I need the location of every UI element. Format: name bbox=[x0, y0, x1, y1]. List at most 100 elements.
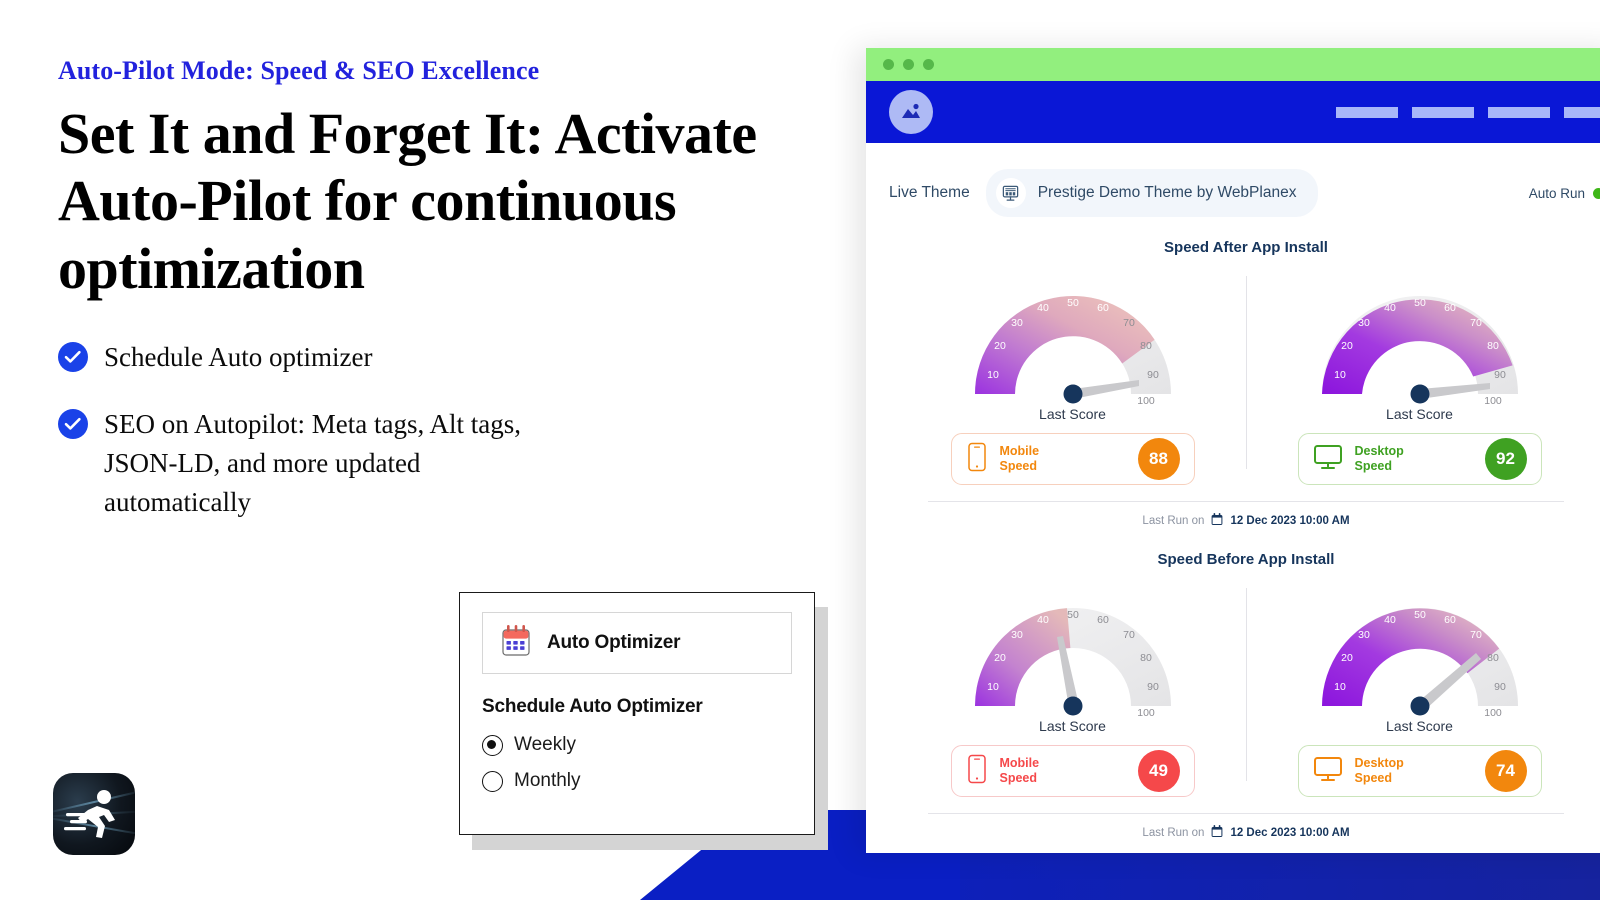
gauge-caption-desktop-before: Last Score bbox=[1386, 718, 1453, 734]
score-value-mobile-after: 88 bbox=[1137, 438, 1180, 480]
svg-text:90: 90 bbox=[1147, 681, 1159, 693]
gauge-caption-mobile-before: Last Score bbox=[1039, 718, 1106, 734]
radio-label-monthly: Monthly bbox=[514, 770, 581, 791]
theme-selector-pill[interactable]: Prestige Demo Theme by WebPlanex bbox=[985, 169, 1319, 217]
svg-text:70: 70 bbox=[1123, 317, 1135, 329]
optimizer-header[interactable]: Auto Optimizer bbox=[482, 612, 792, 674]
panel-title-before: Speed Before App Install bbox=[1157, 551, 1335, 568]
score-value-mobile-before: 49 bbox=[1137, 750, 1180, 792]
svg-text:10: 10 bbox=[1334, 681, 1346, 693]
svg-text:60: 60 bbox=[1444, 302, 1456, 314]
browser-window-mockup: Live Theme Prestige Demo Theme by WebPla… bbox=[866, 48, 1600, 853]
list-item: SEO on Autopilot: Meta tags, Alt tags, J… bbox=[58, 405, 838, 522]
svg-text:60: 60 bbox=[1097, 302, 1109, 314]
panel-title-after: Speed After App Install bbox=[1164, 239, 1328, 256]
site-navbar bbox=[866, 81, 1600, 143]
svg-text:90: 90 bbox=[1494, 681, 1506, 693]
speed-panel-before: Speed Before App Install 10 20 30 40 50 … bbox=[866, 551, 1600, 841]
svg-text:30: 30 bbox=[1358, 629, 1370, 641]
optimizer-header-title: Auto Optimizer bbox=[547, 632, 681, 653]
last-run-date: 12 Dec 2023 10:00 AM bbox=[1230, 827, 1350, 839]
hero-section: Auto-Pilot Mode: Speed & SEO Excellence … bbox=[58, 56, 838, 550]
radio-label-weekly: Weekly bbox=[514, 734, 576, 755]
svg-text:100: 100 bbox=[1484, 395, 1502, 407]
svg-text:40: 40 bbox=[1037, 614, 1049, 626]
svg-text:30: 30 bbox=[1358, 317, 1370, 329]
window-maximize-dot-icon[interactable] bbox=[923, 59, 934, 70]
panel-divider-before bbox=[928, 813, 1564, 814]
svg-text:100: 100 bbox=[1137, 395, 1155, 407]
svg-text:100: 100 bbox=[1137, 707, 1155, 719]
store-monitor-icon bbox=[995, 178, 1026, 208]
check-circle-icon bbox=[58, 341, 88, 372]
auto-run-status-dot bbox=[1593, 187, 1600, 199]
svg-text:90: 90 bbox=[1147, 369, 1159, 381]
svg-text:90: 90 bbox=[1494, 369, 1506, 381]
svg-text:40: 40 bbox=[1384, 614, 1396, 626]
svg-text:30: 30 bbox=[1011, 317, 1023, 329]
svg-text:80: 80 bbox=[1487, 652, 1499, 664]
svg-text:30: 30 bbox=[1011, 629, 1023, 641]
schedule-section-title: Schedule Auto Optimizer bbox=[482, 696, 703, 717]
gauge-cell-desktop-before: 10 20 30 40 50 60 70 80 90 100 Last Score bbox=[1255, 574, 1585, 797]
svg-text:80: 80 bbox=[1140, 652, 1152, 664]
svg-text:70: 70 bbox=[1470, 317, 1482, 329]
radio-button-monthly[interactable] bbox=[482, 770, 503, 792]
list-item-label: Schedule Auto optimizer bbox=[104, 341, 373, 372]
gauge-caption-mobile-after: Last Score bbox=[1039, 406, 1106, 422]
svg-text:20: 20 bbox=[994, 340, 1006, 352]
device-label-line2: Speed bbox=[999, 771, 1038, 785]
gauge-cell-mobile-after: 10 20 30 40 50 60 70 80 90 100 Last Score bbox=[908, 262, 1238, 485]
score-value-desktop-before: 74 bbox=[1484, 750, 1527, 792]
feature-list: Schedule Auto optimizer SEO on Autopilot… bbox=[58, 338, 838, 523]
last-run-after: Last Run on 12 Dec 2023 10:00 AM bbox=[866, 513, 1600, 529]
nav-placeholder-1[interactable] bbox=[1336, 106, 1398, 118]
svg-text:40: 40 bbox=[1384, 302, 1396, 314]
auto-run-label: Auto Run bbox=[1528, 185, 1585, 201]
gauge-row-before: 10 20 30 40 50 60 70 80 90 100 Last Score bbox=[866, 574, 1600, 797]
last-run-date: 12 Dec 2023 10:00 AM bbox=[1230, 515, 1350, 527]
list-item: Schedule Auto optimizer bbox=[58, 338, 838, 377]
radio-option-weekly[interactable]: Weekly bbox=[482, 734, 792, 756]
score-card-desktop-before: Desktop Speed 74 bbox=[1297, 745, 1542, 797]
radio-option-monthly[interactable]: Monthly bbox=[482, 770, 792, 792]
score-card-mobile-after: Mobile Speed 88 bbox=[950, 433, 1195, 485]
live-theme-label: Live Theme bbox=[889, 184, 970, 201]
score-card-desktop-after: Desktop Speed 92 bbox=[1297, 433, 1542, 485]
svg-text:80: 80 bbox=[1487, 340, 1499, 352]
page-title: Set It and Forget It: Activate Auto-Pilo… bbox=[58, 101, 757, 301]
window-close-dot-icon[interactable] bbox=[883, 59, 894, 70]
device-label-line1: Desktop bbox=[1354, 755, 1404, 770]
gauge-cell-mobile-before: 10 20 30 40 50 60 70 80 90 100 Last Score bbox=[908, 574, 1238, 797]
svg-text:20: 20 bbox=[1341, 340, 1353, 352]
desktop-icon bbox=[1313, 756, 1343, 787]
window-minimize-dot-icon[interactable] bbox=[903, 59, 914, 70]
score-value-desktop-after: 92 bbox=[1484, 438, 1527, 480]
device-label-line2: Speed bbox=[1354, 771, 1393, 785]
gauge-caption-desktop-after: Last Score bbox=[1386, 406, 1453, 422]
svg-text:100: 100 bbox=[1484, 707, 1502, 719]
svg-text:50: 50 bbox=[1414, 609, 1426, 621]
image-placeholder-icon bbox=[889, 90, 933, 134]
gauge-divider bbox=[1245, 276, 1247, 469]
list-item-label: SEO on Autopilot: Meta tags, Alt tags, J… bbox=[104, 408, 521, 518]
nav-placeholder-4[interactable] bbox=[1564, 106, 1600, 118]
auto-run-status: Auto Run bbox=[1529, 186, 1600, 201]
calendar-icon bbox=[501, 624, 531, 662]
svg-text:50: 50 bbox=[1414, 297, 1426, 309]
svg-text:70: 70 bbox=[1123, 629, 1135, 641]
svg-text:60: 60 bbox=[1444, 614, 1456, 626]
hero-eyebrow: Auto-Pilot Mode: Speed & SEO Excellence bbox=[58, 56, 540, 85]
svg-text:20: 20 bbox=[1341, 652, 1353, 664]
device-label-line1: Mobile bbox=[999, 755, 1040, 770]
nav-placeholder-2[interactable] bbox=[1412, 106, 1474, 118]
gauge-divider bbox=[1245, 588, 1247, 781]
window-title-bar bbox=[866, 48, 1600, 81]
radio-button-weekly[interactable] bbox=[482, 734, 503, 756]
running-man-icon bbox=[64, 786, 124, 847]
svg-text:10: 10 bbox=[987, 369, 999, 381]
device-label-line2: Speed bbox=[999, 459, 1038, 473]
theme-name-label: Prestige Demo Theme by WebPlanex bbox=[1037, 184, 1297, 201]
nav-placeholder-3[interactable] bbox=[1488, 106, 1550, 118]
svg-text:80: 80 bbox=[1140, 340, 1152, 352]
